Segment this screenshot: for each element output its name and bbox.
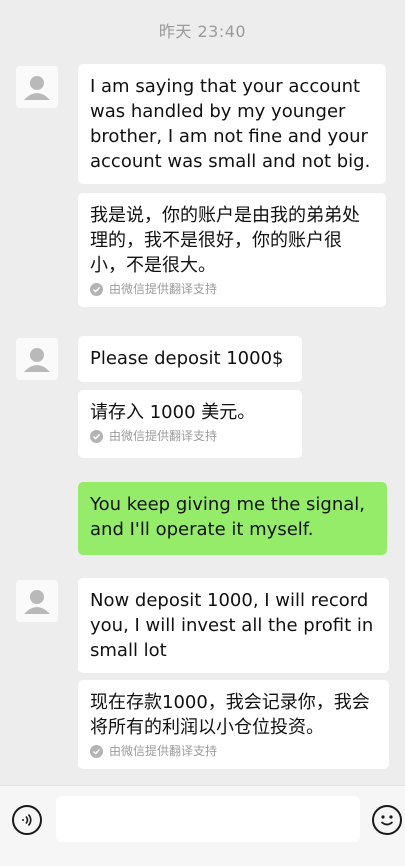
- check-icon: [90, 744, 103, 758]
- translation-bubble-3[interactable]: 现在存款1000，我会记录你，我会将所有的利润以小仓位投资。 由微信提供翻译支持: [78, 680, 389, 769]
- emoji-button[interactable]: [372, 805, 402, 835]
- message-text-1: I am saying that your account was handle…: [90, 76, 371, 172]
- message-text-3: Now deposit 1000, I will record you, I w…: [90, 590, 374, 661]
- translation-note-1: 由微信提供翻译支持: [90, 281, 374, 297]
- message-text-outgoing: You keep giving me the signal, and I'll …: [90, 494, 366, 540]
- voice-icon: [22, 813, 32, 827]
- check-icon: [90, 282, 103, 296]
- default-avatar-icon: [16, 580, 58, 622]
- message-bubble-2[interactable]: Please deposit 1000$: [78, 336, 302, 382]
- translation-note-label: 由微信提供翻译支持: [109, 429, 218, 443]
- message-bubble-1[interactable]: I am saying that your account was handle…: [78, 64, 386, 184]
- default-avatar-icon: [16, 338, 58, 380]
- contact-avatar[interactable]: [16, 338, 58, 380]
- translation-bubble-2[interactable]: 请存入 1000 美元。 由微信提供翻译支持: [78, 390, 302, 458]
- translation-note-2: 由微信提供翻译支持: [90, 428, 290, 444]
- default-avatar-icon: [16, 66, 58, 108]
- message-input[interactable]: [56, 796, 360, 842]
- translation-bubble-1[interactable]: 我是说，你的账户是由我的弟弟处理的，我不是很好，你的账户很小，不是很大。 由微信…: [78, 193, 386, 307]
- check-icon: [90, 429, 103, 443]
- translation-note-label: 由微信提供翻译支持: [109, 282, 218, 296]
- translation-text-3: 现在存款1000，我会记录你，我会将所有的利润以小仓位投资。: [90, 692, 370, 738]
- message-text-2: Please deposit 1000$: [90, 348, 284, 369]
- contact-avatar[interactable]: [16, 580, 58, 622]
- translation-note-3: 由微信提供翻译支持: [90, 743, 377, 759]
- emoji-icon: [380, 815, 394, 826]
- voice-button[interactable]: [12, 805, 42, 835]
- message-bubble-3[interactable]: Now deposit 1000, I will record you, I w…: [78, 578, 389, 673]
- chat-timestamp: 昨天 23:40: [158, 22, 247, 41]
- translation-note-label: 由微信提供翻译支持: [109, 744, 218, 758]
- translation-text-1: 我是说，你的账户是由我的弟弟处理的，我不是很好，你的账户很小，不是很大。: [90, 205, 360, 276]
- message-bubble-outgoing[interactable]: You keep giving me the signal, and I'll …: [78, 482, 387, 555]
- translation-text-2: 请存入 1000 美元。: [90, 402, 256, 423]
- contact-avatar[interactable]: [16, 66, 58, 108]
